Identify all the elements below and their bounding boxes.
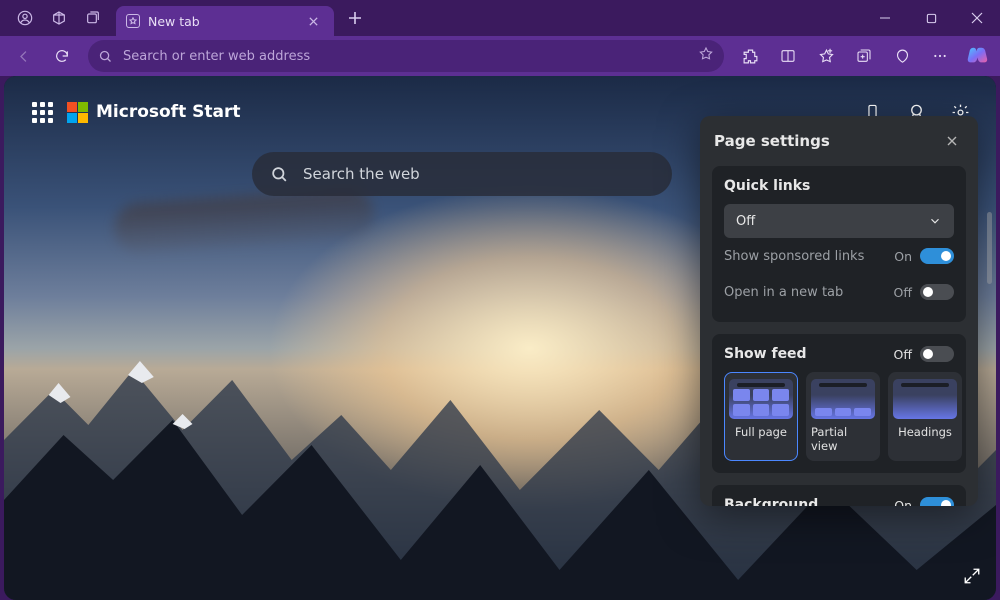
tab-actions-icon[interactable]: [76, 1, 110, 35]
favorite-star-icon[interactable]: [698, 46, 714, 66]
titlebar: New tab: [0, 0, 1000, 36]
panel-title: Page settings: [714, 132, 830, 150]
close-window-button[interactable]: [954, 0, 1000, 36]
new-tab-page: Microsoft Start Search the web Page sett…: [4, 76, 996, 600]
feed-option-partial-view[interactable]: Partial view: [806, 372, 880, 461]
quick-links-heading: Quick links: [724, 178, 954, 194]
show-feed-heading: Show feed: [724, 346, 807, 362]
window-controls: [862, 0, 1000, 36]
browser-essentials-button[interactable]: [884, 40, 920, 72]
maximize-button[interactable]: [908, 0, 954, 36]
search-icon: [98, 49, 113, 64]
extensions-button[interactable]: [732, 40, 768, 72]
address-bar[interactable]: Search or enter web address: [88, 40, 724, 72]
scrollbar-thumb[interactable]: [987, 212, 992, 284]
tab-favicon-icon: [126, 14, 140, 28]
microsoft-logo-icon: [67, 102, 88, 123]
address-placeholder: Search or enter web address: [123, 49, 310, 64]
app-launcher-icon[interactable]: [32, 102, 53, 123]
copilot-button[interactable]: [960, 40, 994, 72]
minimize-button[interactable]: [862, 0, 908, 36]
split-screen-button[interactable]: [770, 40, 806, 72]
background-card: Background On: [712, 485, 966, 506]
chevron-down-icon: [928, 214, 942, 228]
profile-icon[interactable]: [8, 1, 42, 35]
open-new-tab-row: Open in a new tab Off: [724, 274, 954, 310]
sponsored-toggle[interactable]: [920, 248, 954, 264]
page-settings-panel: Page settings Quick links Off Show spons…: [700, 116, 978, 506]
feed-option-full-page[interactable]: Full page: [724, 372, 798, 461]
collections-button[interactable]: [846, 40, 882, 72]
expand-icon[interactable]: [958, 562, 986, 590]
refresh-button[interactable]: [44, 40, 80, 72]
workspaces-icon[interactable]: [42, 1, 76, 35]
favorites-button[interactable]: [808, 40, 844, 72]
back-button[interactable]: [6, 40, 42, 72]
new-tab-button[interactable]: [338, 1, 372, 35]
toolbar: Search or enter web address: [0, 36, 1000, 76]
more-button[interactable]: [922, 40, 958, 72]
search-placeholder: Search the web: [303, 165, 420, 183]
brand[interactable]: Microsoft Start: [67, 102, 240, 123]
quick-links-card: Quick links Off Show sponsored links On …: [712, 166, 966, 322]
show-feed-card: Show feed Off Full page Partial view Hea…: [712, 334, 966, 473]
background-toggle[interactable]: [920, 497, 954, 506]
tab-close-button[interactable]: [300, 8, 326, 34]
browser-tab[interactable]: New tab: [116, 6, 334, 36]
search-icon: [270, 165, 289, 184]
feed-toggle[interactable]: [920, 346, 954, 362]
feed-option-headings[interactable]: Headings: [888, 372, 962, 461]
quick-links-select[interactable]: Off: [724, 204, 954, 238]
sponsored-links-row: Show sponsored links On: [724, 238, 954, 274]
new-tab-toggle[interactable]: [920, 284, 954, 300]
panel-close-button[interactable]: [940, 129, 964, 153]
web-search-box[interactable]: Search the web: [252, 152, 672, 196]
tab-title: New tab: [148, 14, 200, 29]
brand-label: Microsoft Start: [96, 102, 240, 122]
background-heading: Background: [724, 497, 818, 506]
